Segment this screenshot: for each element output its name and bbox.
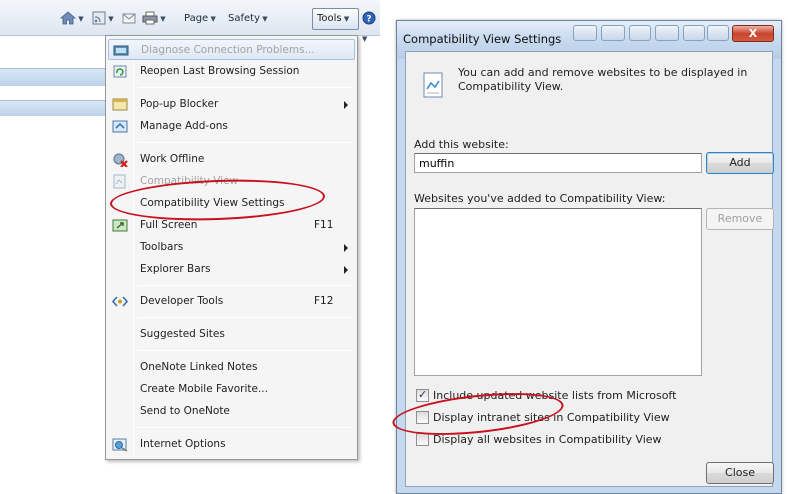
shortcut-label: F12	[314, 295, 334, 307]
safety-menu-label: Safety	[228, 13, 260, 24]
menu-item-label: Manage Add-ons	[140, 120, 228, 132]
menu-separator	[138, 285, 354, 286]
print-button[interactable]: ▼	[142, 9, 166, 29]
maximize-button[interactable]	[707, 25, 729, 41]
ie-refresh-ghost-button	[655, 25, 679, 41]
home-icon	[59, 11, 77, 25]
feeds-button[interactable]: ▼	[92, 9, 114, 29]
menu-item-label: Send to OneNote	[140, 405, 230, 417]
tools-menu-button[interactable]: Tools ▼	[312, 8, 359, 30]
ie-back-ghost-button	[573, 25, 597, 41]
menu-item-send-to-onenote[interactable]: Send to OneNote	[108, 401, 355, 422]
internet-options-icon	[112, 438, 128, 452]
help-button[interactable]: ? ▼	[362, 9, 380, 43]
added-websites-label: Websites you've added to Compatibility V…	[414, 192, 666, 205]
add-website-input[interactable]	[414, 153, 702, 173]
menu-separator	[138, 142, 354, 143]
menu-item-label: Pop-up Blocker	[140, 98, 219, 110]
remove-button[interactable]: Remove	[706, 208, 774, 230]
checkbox-unchecked-icon[interactable]	[416, 433, 429, 446]
feeds-icon	[92, 11, 106, 25]
added-websites-list[interactable]	[414, 208, 702, 376]
ie-stop-ghost-button	[629, 25, 651, 41]
window-close-button[interactable]: X	[732, 25, 774, 42]
menu-item-work-offline[interactable]: Work Offline	[108, 149, 355, 170]
menu-item-label: Developer Tools	[140, 295, 224, 307]
menu-item-label: Reopen Last Browsing Session	[140, 65, 300, 77]
add-website-label: Add this website:	[414, 138, 509, 151]
submenu-arrow-icon	[344, 244, 348, 252]
compatibility-view-icon	[113, 174, 126, 189]
ie-command-bar: ▼ ▼ ▼ Page ▼ Safety ▼ Tools ▼ ? ▼	[0, 0, 380, 43]
help-icon: ?	[362, 11, 376, 25]
home-button[interactable]: ▼	[59, 9, 84, 29]
network-diagnose-icon	[113, 45, 129, 56]
checkbox-label: Display all websites in Compatibility Vi…	[433, 433, 662, 446]
svg-text:?: ?	[366, 15, 371, 25]
submenu-arrow-icon	[344, 101, 348, 109]
close-icon: X	[748, 27, 758, 40]
menu-item-create-mobile-favorite[interactable]: Create Mobile Favorite...	[108, 379, 355, 400]
compatibility-view-icon	[423, 72, 443, 98]
menu-item-reopen-session[interactable]: Reopen Last Browsing Session	[108, 61, 355, 82]
menu-item-label: Create Mobile Favorite...	[140, 383, 268, 395]
menu-separator	[138, 87, 354, 88]
menu-separator	[138, 427, 354, 428]
submenu-arrow-icon	[344, 266, 348, 274]
menu-separator	[138, 317, 354, 318]
read-mail-button[interactable]	[122, 9, 136, 29]
ie-tab-strip	[0, 68, 110, 86]
menu-item-popup-blocker[interactable]: Pop-up Blocker	[108, 94, 355, 115]
menu-item-label: Internet Options	[140, 438, 226, 450]
popup-blocker-icon	[112, 98, 128, 111]
close-button[interactable]: Close	[706, 462, 774, 484]
printer-icon	[142, 11, 158, 25]
page-menu-label: Page	[184, 13, 209, 24]
menu-item-label: Work Offline	[140, 153, 205, 165]
menu-item-internet-options[interactable]: Internet Options	[108, 434, 355, 455]
menu-item-label: Diagnose Connection Problems...	[141, 44, 315, 56]
tools-dropdown-menu: Diagnose Connection Problems... Reopen L…	[105, 35, 358, 460]
page-menu-button[interactable]: Page ▼	[184, 9, 216, 29]
developer-tools-icon	[112, 296, 128, 307]
menu-item-label: Suggested Sites	[140, 328, 225, 340]
dialog-title: Compatibility View Settings	[403, 32, 562, 46]
menu-item-developer-tools[interactable]: Developer Tools F12	[108, 291, 355, 312]
menu-item-label: Toolbars	[140, 241, 184, 253]
menu-separator	[138, 350, 354, 351]
minimize-button[interactable]	[683, 25, 705, 41]
menu-item-toolbars[interactable]: Toolbars	[108, 237, 355, 258]
menu-item-suggested-sites[interactable]: Suggested Sites	[108, 324, 355, 345]
work-offline-icon	[113, 153, 128, 167]
checkbox-checked-icon[interactable]	[416, 388, 429, 402]
reopen-session-icon	[113, 65, 127, 78]
safety-menu-button[interactable]: Safety ▼	[228, 9, 268, 29]
add-button[interactable]: Add	[706, 152, 774, 174]
ie-forward-ghost-button	[601, 25, 625, 41]
addons-icon	[112, 120, 128, 133]
fullscreen-icon	[112, 219, 128, 232]
shortcut-label: F11	[314, 219, 334, 231]
menu-item-label: OneNote Linked Notes	[140, 361, 258, 373]
menu-item-manage-addons[interactable]: Manage Add-ons	[108, 116, 355, 137]
dialog-description: You can add and remove websites to be di…	[458, 66, 748, 93]
menu-item-explorer-bars[interactable]: Explorer Bars	[108, 259, 355, 280]
menu-item-diagnose-connection[interactable]: Diagnose Connection Problems...	[108, 39, 355, 60]
mail-icon	[122, 13, 136, 24]
menu-item-label: Explorer Bars	[140, 263, 211, 275]
menu-item-onenote-linked-notes[interactable]: OneNote Linked Notes	[108, 357, 355, 378]
tools-menu-label: Tools	[317, 13, 342, 24]
ie-content-edge	[0, 100, 110, 116]
